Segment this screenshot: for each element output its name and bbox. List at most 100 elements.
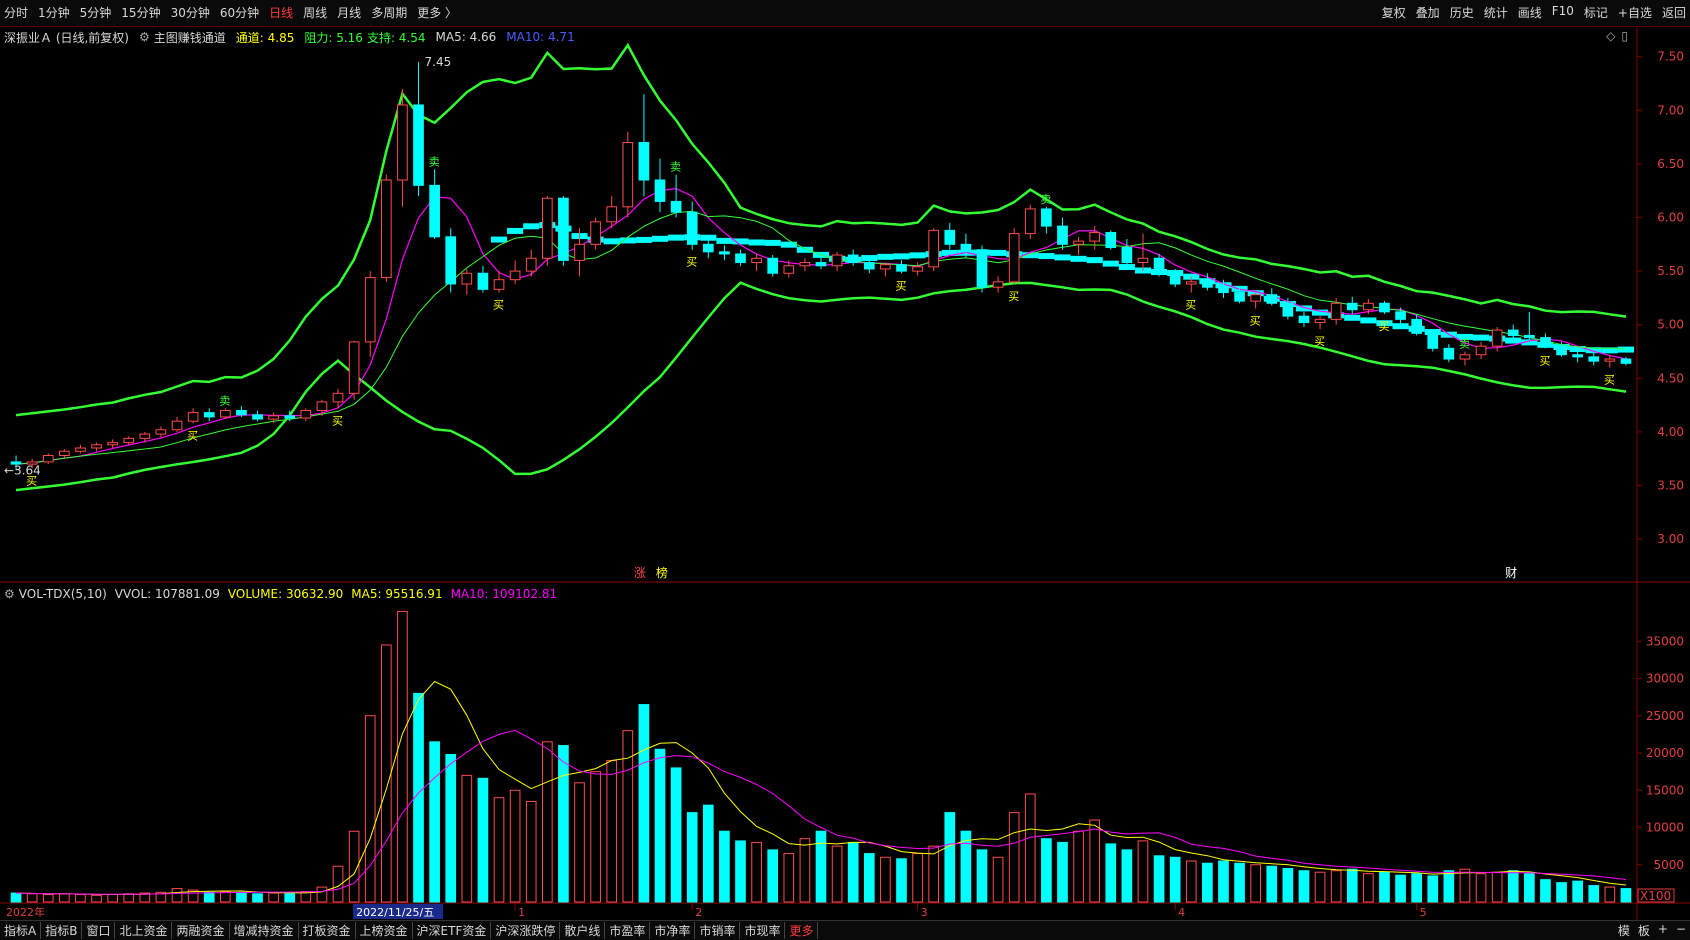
indicator-tab-8[interactable]: 沪深ETF资金	[413, 922, 492, 939]
volume-bar	[1491, 871, 1503, 903]
candle-body	[91, 444, 102, 449]
candle-body	[332, 392, 344, 403]
volume-bar	[107, 894, 118, 903]
volume-bar	[863, 853, 875, 903]
candle-body	[1282, 302, 1294, 317]
volume-bar	[590, 771, 601, 903]
candle-body	[220, 409, 231, 418]
chart-info-bar: 深振业Ａ (日线,前复权) ⚙ 主图赚钱通道 通道: 4.85 阻力: 5.16…	[4, 29, 585, 45]
indicator-tab-0[interactable]: 指标A	[0, 922, 42, 939]
volume-bar	[75, 894, 86, 903]
indicator-tab-10[interactable]: 散户线	[560, 922, 606, 939]
volume-bar	[1363, 873, 1374, 903]
month-label: 2	[695, 906, 702, 919]
candle-body	[1540, 337, 1551, 347]
bottom-tab-bar: 指标A 指标B 窗口 北上资金 两融资金 增减持资金 打板资金 上榜资金 沪深ETF资金 沪深涨跌…	[0, 920, 1690, 940]
volume-bar	[1234, 862, 1245, 903]
channel-middle-segment	[909, 252, 926, 259]
channel-middle-segment	[490, 236, 508, 243]
candle-body	[1024, 208, 1036, 235]
indicator-gear-icon[interactable]: ⚙	[139, 30, 150, 44]
volume-bar	[1330, 870, 1342, 903]
bottom-right-button-1[interactable]: 板	[1638, 922, 1650, 939]
channel-middle-segment	[619, 237, 636, 244]
month-label: 1	[518, 906, 525, 919]
volume-indicator-name[interactable]: VOL-TDX(5,10)	[19, 587, 107, 601]
indicator-tab-3[interactable]: 北上资金	[115, 922, 173, 939]
volume-bar	[558, 745, 569, 903]
tag-zhang: 涨	[634, 565, 646, 580]
channel-middle-segment	[990, 249, 1007, 256]
indicator-tab-1[interactable]: 指标B	[41, 922, 83, 939]
candle-body	[1137, 257, 1149, 264]
diamond-icon[interactable]: ◇	[1606, 29, 1615, 43]
volume-bar	[1379, 871, 1390, 903]
volume-axis-label: 20000	[1646, 746, 1684, 760]
indicator-tab-13[interactable]: 市销率	[695, 922, 741, 939]
volume-bar	[10, 892, 22, 903]
candle-body	[1379, 302, 1390, 313]
candle-body	[42, 455, 54, 463]
candle-body	[252, 414, 263, 420]
volume-bar	[847, 841, 859, 903]
indicator-tab-14[interactable]: 市现率	[740, 922, 786, 939]
indicator-tab-7[interactable]: 上榜资金	[356, 922, 413, 939]
candle-body	[847, 254, 859, 264]
panel-icon[interactable]: ▯	[1621, 29, 1628, 43]
candle-body	[799, 262, 811, 267]
volume-bar	[912, 853, 923, 903]
channel-middle-segment	[1054, 254, 1071, 261]
candle-body	[155, 429, 167, 435]
volume-bar	[1137, 840, 1149, 903]
low-price-label: ←3.64	[4, 464, 41, 478]
bottom-right-button-3[interactable]: −	[1676, 922, 1686, 939]
indicator-name[interactable]: 主图赚钱通道	[154, 29, 226, 46]
candle-body	[735, 253, 746, 264]
indicator-tab-11[interactable]: 市盈率	[605, 922, 651, 939]
volume-bar	[1314, 871, 1326, 903]
volume-bar	[896, 858, 907, 903]
indicator-tab-12[interactable]: 市净率	[650, 922, 696, 939]
candle-body	[976, 249, 988, 288]
high-price-label: 7.45	[425, 55, 452, 69]
channel-middle-segment	[635, 236, 652, 243]
resistance-value: 阻力: 5.16	[304, 30, 363, 45]
candle-body	[863, 262, 875, 270]
indicator-tab-9[interactable]: 沪深涨跌停	[491, 922, 561, 939]
volume-bar	[1507, 870, 1519, 903]
indicator-tab-2[interactable]: 窗口	[82, 922, 116, 939]
volume-bar	[880, 856, 891, 903]
stock-chart[interactable]: 7.50 7.00 6.50 6.00 5.50 5.00 4.50 4.00 3.50 3.00…	[0, 0, 1690, 920]
candle-body	[1041, 208, 1052, 227]
tab-more[interactable]: 更多	[785, 922, 819, 939]
candle-body	[268, 415, 279, 420]
volume-bar	[1041, 838, 1052, 903]
volume-ma10-value: MA10: 109102.81	[450, 587, 558, 601]
volume-bar	[1459, 868, 1471, 903]
volume-unit: X100	[1640, 889, 1671, 903]
candle-body	[1588, 356, 1600, 362]
volume-bar	[1475, 873, 1487, 903]
candle-body	[992, 281, 1004, 288]
bottom-right-button-0[interactable]: 模	[1618, 922, 1630, 939]
volume-bar	[445, 753, 457, 903]
candle-body	[960, 243, 972, 251]
candle-body	[1202, 281, 1213, 288]
bottom-right-button-2[interactable]: +	[1658, 922, 1668, 939]
indicator-tab-5[interactable]: 增减持资金	[230, 922, 299, 939]
channel-middle-segment	[1086, 257, 1103, 264]
candle-body	[1411, 318, 1422, 334]
buy-marker: 买	[493, 299, 504, 312]
month-label: 4	[1178, 906, 1185, 919]
volume-bar	[1185, 860, 1197, 903]
volume-bar	[1121, 849, 1133, 903]
candle-body	[1346, 302, 1358, 311]
volume-gear-icon[interactable]: ⚙	[4, 587, 15, 601]
tag-bang: 榜	[656, 565, 668, 580]
volume-bar	[1057, 841, 1068, 903]
buy-marker: 买	[1604, 374, 1615, 387]
volume-bar	[1266, 865, 1278, 903]
volume-axis-label: 30000	[1646, 672, 1684, 686]
indicator-tab-6[interactable]: 打板资金	[299, 922, 356, 939]
indicator-tab-4[interactable]: 两融资金	[172, 922, 230, 939]
